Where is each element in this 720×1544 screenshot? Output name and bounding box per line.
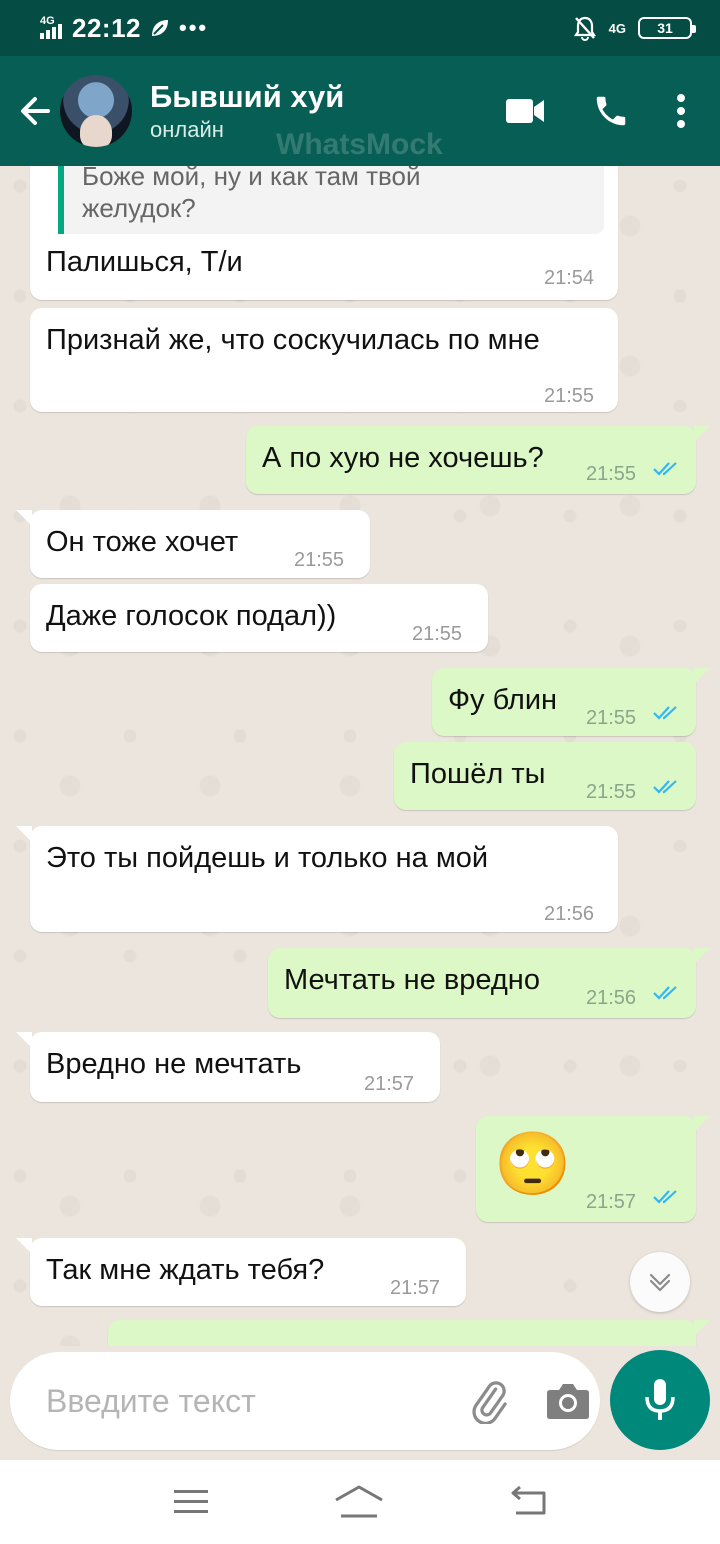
camera-icon[interactable]: [546, 1382, 590, 1420]
more-notifications-icon: •••: [179, 15, 209, 40]
message-time: 21:57: [586, 1191, 637, 1213]
message-time: 21:56: [586, 987, 637, 1009]
message-bubble-outgoing[interactable]: Пошёл ты 21:55: [394, 742, 696, 810]
message-time: 21:55: [586, 781, 637, 803]
contact-info[interactable]: Бывший хуй онлайн: [150, 78, 506, 144]
video-call-button[interactable]: [506, 97, 546, 125]
quoted-text-line: Боже мой, ну и как там твой: [82, 166, 421, 191]
message-time: 21:55: [544, 385, 595, 407]
system-navigation-bar: [0, 1460, 720, 1544]
read-ticks-icon: [653, 1190, 677, 1204]
home-icon[interactable]: [333, 1484, 385, 1520]
status-time: 22:12: [72, 12, 141, 43]
message-text: Так мне ждать тебя?: [46, 1254, 325, 1286]
scroll-to-bottom-button[interactable]: [630, 1252, 690, 1312]
chat-header: Бывший хуй онлайн: [0, 56, 720, 166]
contact-name: Бывший хуй: [150, 79, 345, 114]
avatar[interactable]: [60, 75, 132, 147]
message-bubble-incoming[interactable]: Это ты пойдешь и только на мой 21:56: [16, 826, 618, 932]
message-time: 21:55: [412, 623, 463, 645]
message-input[interactable]: [46, 1382, 466, 1420]
message-text: Палишься, Т/и: [46, 246, 243, 278]
message-bubble-incoming[interactable]: Вредно не мечтать 21:57: [16, 1032, 440, 1102]
message-composer: [10, 1352, 600, 1450]
network-type: 4G: [608, 20, 626, 36]
microphone-icon: [645, 1379, 675, 1420]
message-bubble-incoming[interactable]: Так мне ждать тебя? 21:57: [16, 1238, 466, 1306]
battery-level: 31: [657, 20, 673, 36]
message-bubble-incoming[interactable]: Боже мой, ну и как там твой желудок? Пал…: [30, 166, 618, 300]
message-time: 21:56: [544, 903, 595, 925]
emoji-message: 🙄: [494, 1130, 572, 1199]
bell-off-icon: [573, 16, 596, 41]
message-bubble-outgoing[interactable]: Фу блин 21:55: [432, 668, 710, 736]
status-bar: 4G 22:12 ••• 4G 31: [0, 0, 720, 56]
message-text: Пошёл ты: [410, 758, 546, 790]
message-text: Признай же, что соскучилась по мне: [46, 324, 540, 356]
message-bubble-incoming[interactable]: Признай же, что соскучилась по мне 21:55: [30, 308, 618, 412]
chat-area[interactable]: Боже мой, ну и как там твой желудок? Пал…: [0, 166, 720, 1346]
message-text: Он тоже хочет: [46, 526, 239, 558]
message-bubble-incoming[interactable]: Даже голосок подал)) 21:55: [30, 584, 488, 652]
message-time: 21:57: [390, 1277, 441, 1299]
message-bubble-incoming[interactable]: Он тоже хочет 21:55: [16, 510, 370, 578]
battery-icon: 31: [638, 17, 696, 39]
read-ticks-icon: [653, 462, 677, 476]
read-ticks-icon: [653, 986, 677, 1000]
message-text: Фу блин: [448, 684, 558, 716]
arrow-left-icon: [21, 97, 50, 125]
phone-icon: [596, 96, 626, 126]
signal-icon: 4G: [38, 15, 64, 41]
leaf-notification-icon: [152, 20, 168, 36]
message-time: 21:55: [586, 463, 637, 485]
more-options-button[interactable]: [676, 94, 686, 128]
menu-icon[interactable]: [172, 1487, 210, 1517]
message-bubble-outgoing[interactable]: [108, 1320, 710, 1346]
message-bubble-outgoing[interactable]: Мечтать не вредно 21:56: [268, 948, 710, 1018]
back-nav-icon[interactable]: [508, 1485, 548, 1519]
voice-record-button[interactable]: [610, 1350, 710, 1450]
message-time: 21:54: [544, 267, 595, 289]
message-text: Вредно не мечтать: [46, 1048, 302, 1080]
message-text: Даже голосок подал)): [46, 600, 337, 632]
quoted-text-line: желудок?: [82, 193, 196, 223]
contact-status: онлайн: [150, 117, 224, 142]
message-bubble-outgoing[interactable]: А по хую не хочешь? 21:55: [246, 426, 710, 494]
message-time: 21:55: [294, 549, 345, 571]
message-text: А по хую не хочешь?: [262, 442, 544, 474]
paperclip-icon[interactable]: [466, 1378, 512, 1424]
message-time: 21:55: [586, 707, 637, 729]
message-text: Это ты пойдешь и только на мой: [46, 842, 489, 874]
more-vertical-icon: [677, 94, 685, 128]
read-ticks-icon: [653, 706, 677, 720]
back-button[interactable]: [14, 81, 58, 141]
read-ticks-icon: [653, 780, 677, 794]
message-bubble-outgoing[interactable]: 🙄 21:57: [476, 1116, 710, 1222]
chevron-down-icon: [649, 1273, 671, 1292]
voice-call-button[interactable]: [592, 92, 630, 130]
video-camera-icon: [506, 99, 544, 123]
quoted-message[interactable]: Боже мой, ну и как там твой желудок?: [58, 166, 604, 234]
message-time: 21:57: [364, 1073, 415, 1095]
message-text: Мечтать не вредно: [284, 964, 540, 996]
